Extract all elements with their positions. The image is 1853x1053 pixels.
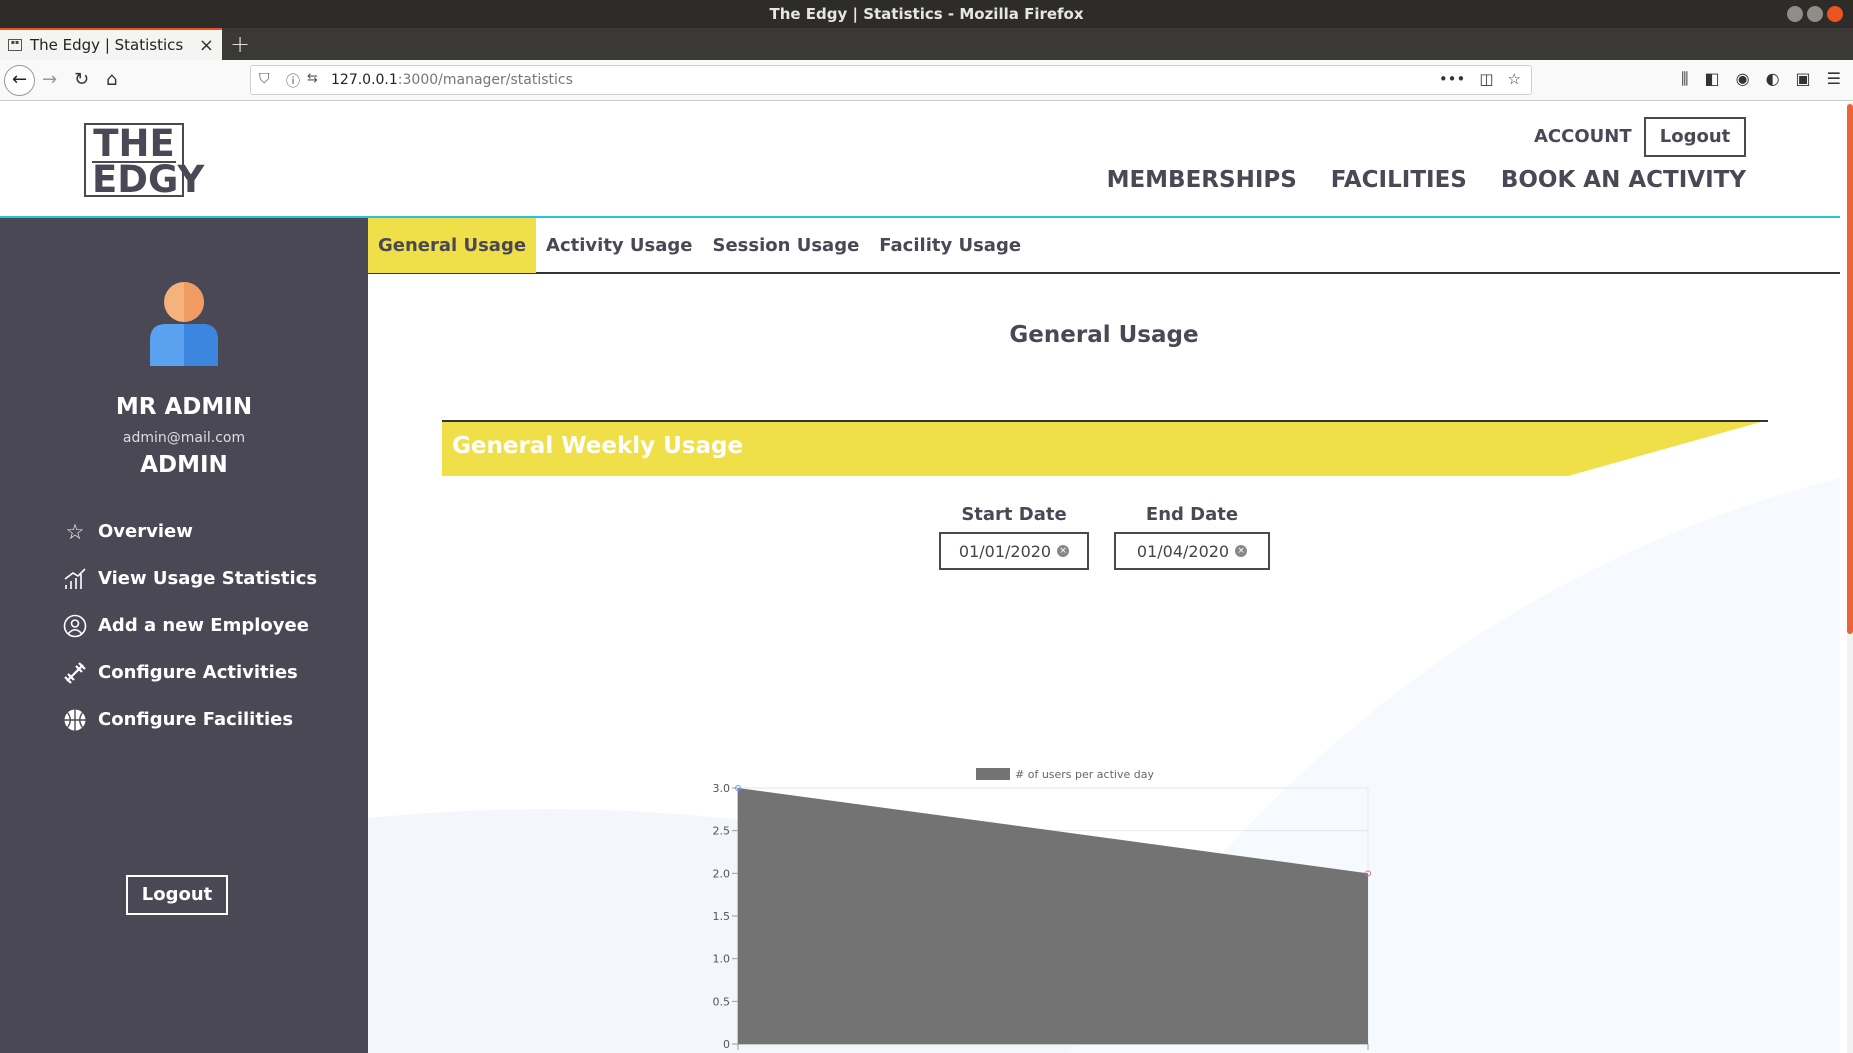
browser-toolbar: ← → ↻ ⌂ ⛉ ⓘ ⇆ 127.0.0.1:3000/manager/sta…	[0, 60, 1853, 101]
basketball-icon	[62, 707, 88, 733]
maximize-button[interactable]	[1807, 6, 1823, 22]
sidebar-item-label: Overview	[98, 521, 193, 542]
site-logo[interactable]: THE EDGY	[84, 122, 205, 201]
shield-icon[interactable]: ⛉	[259, 71, 270, 87]
sidebar-item-overview[interactable]: ☆ Overview	[62, 508, 317, 555]
sidebar-item-label: Configure Activities	[98, 662, 298, 683]
library-icon[interactable]: ⫼	[1681, 69, 1688, 89]
y-tick-label: 1.5	[713, 910, 731, 923]
sidebar-item-label: Add a new Employee	[98, 615, 309, 636]
section-title: General Usage	[1009, 322, 1199, 348]
tab-general-usage[interactable]: General Usage	[368, 218, 537, 273]
main-content: General Usage Activity Usage Session Usa…	[368, 218, 1840, 1053]
logo-line1: THE	[93, 122, 175, 165]
browser-tab[interactable]: ▪▪ The Edgy | Statistics ×	[0, 28, 222, 60]
nav-facilities[interactable]: FACILITIES	[1331, 167, 1467, 193]
user-circle-icon	[62, 613, 88, 639]
reload-button[interactable]: ↻	[74, 69, 89, 90]
sidebar-item-facilities[interactable]: Configure Facilities	[62, 696, 317, 743]
account-link[interactable]: ACCOUNT	[1534, 126, 1632, 147]
permissions-icon[interactable]: ⇆	[307, 71, 318, 86]
nav-book-activity[interactable]: BOOK AN ACTIVITY	[1501, 167, 1746, 193]
new-tab-button[interactable]: +	[230, 30, 250, 58]
url-bar[interactable]: ⛉ ⓘ ⇆ 127.0.0.1:3000/manager/statistics …	[250, 65, 1532, 95]
forward-button[interactable]: →	[42, 69, 57, 90]
scrollbar-thumb[interactable]	[1847, 104, 1853, 634]
end-date-value: 01/04/2020	[1136, 541, 1230, 561]
back-button[interactable]: ←	[4, 65, 35, 96]
legend-swatch	[976, 768, 1010, 780]
sidebar-logout-button[interactable]: Logout	[126, 875, 228, 915]
avatar	[150, 282, 218, 366]
tab-facility-usage[interactable]: Facility Usage	[869, 218, 1031, 273]
y-tick-label: 3.0	[713, 782, 731, 795]
start-date-input[interactable]: 01/01/2020 ×	[939, 532, 1089, 570]
page-scrollbar[interactable]	[1847, 102, 1853, 1053]
y-tick-label: 0	[723, 1038, 730, 1051]
start-date-group: Start Date 01/01/2020 ×	[939, 504, 1089, 570]
sidebar-toggle-icon[interactable]: ◧	[1704, 69, 1719, 89]
menu-icon[interactable]: ☰	[1827, 69, 1841, 89]
start-date-label: Start Date	[961, 504, 1067, 525]
window-titlebar: The Edgy | Statistics - Mozilla Firefox	[0, 0, 1853, 28]
sidebar-item-statistics[interactable]: View Usage Statistics	[62, 555, 317, 602]
clear-end-date-icon[interactable]: ×	[1235, 545, 1248, 557]
admin-role: ADMIN	[140, 452, 228, 478]
tab-title: The Edgy | Statistics	[30, 36, 184, 54]
home-button[interactable]: ⌂	[106, 69, 117, 90]
tab-strip: ▪▪ The Edgy | Statistics × +	[0, 28, 1853, 60]
sidebar-menu: ☆ Overview View Usage Statistics Add a n…	[62, 508, 317, 743]
logo-line2: EDGY	[92, 158, 205, 201]
statistics-tabs: General Usage Activity Usage Session Usa…	[368, 218, 1840, 274]
bookmark-star-icon[interactable]: ☆	[1508, 70, 1521, 88]
sidebar-item-label: Configure Facilities	[98, 709, 294, 730]
chart-icon	[62, 566, 88, 592]
url-host: 127.0.0.1	[331, 72, 398, 88]
area-series	[738, 788, 1368, 1044]
sidebar-item-activities[interactable]: Configure Activities	[62, 649, 317, 696]
favicon-icon: ▪▪	[8, 39, 22, 51]
tab-session-usage[interactable]: Session Usage	[703, 218, 870, 273]
sidebar: MR ADMIN admin@mail.com ADMIN ☆ Overview…	[0, 218, 368, 1053]
tab-close-icon[interactable]: ×	[199, 35, 214, 56]
url-path: :3000/manager/statistics	[397, 72, 573, 88]
sidebar-item-add-employee[interactable]: Add a new Employee	[62, 602, 317, 649]
sidebar-item-label: View Usage Statistics	[98, 568, 318, 589]
main-nav: MEMBERSHIPS FACILITIES BOOK AN ACTIVITY	[1107, 167, 1746, 193]
y-tick-label: 1.0	[713, 953, 731, 966]
toolbar-right: ⫼ ◧ ◉ ◐ ▣ ☰	[1681, 69, 1853, 89]
star-icon: ☆	[65, 519, 85, 544]
end-date-input[interactable]: 01/04/2020 ×	[1114, 532, 1270, 570]
account-icon[interactable]: ◉	[1736, 69, 1750, 89]
extension2-icon[interactable]: ▣	[1796, 69, 1811, 89]
legend-label: # of users per active day	[1015, 768, 1154, 781]
y-tick-label: 0.5	[713, 995, 731, 1008]
extension-icon[interactable]: ◐	[1766, 69, 1780, 89]
more-actions-icon[interactable]: •••	[1439, 70, 1466, 88]
admin-name: MR ADMIN	[115, 394, 253, 420]
header-logout-button[interactable]: Logout	[1644, 117, 1746, 157]
start-date-value: 01/01/2020	[958, 541, 1052, 561]
url-actions: ••• ◫ ☆	[1439, 70, 1521, 88]
url-text: 127.0.0.1:3000/manager/statistics	[331, 72, 573, 88]
window-close-button[interactable]	[1827, 6, 1843, 22]
window-title: The Edgy | Statistics - Mozilla Firefox	[769, 5, 1084, 23]
info-icon[interactable]: ⓘ	[286, 71, 300, 91]
window-controls	[1787, 6, 1843, 22]
page: THE EDGY ACCOUNT Logout MEMBERSHIPS FACI…	[0, 102, 1853, 1053]
nav-memberships[interactable]: MEMBERSHIPS	[1107, 167, 1297, 193]
admin-email: admin@mail.com	[122, 430, 246, 446]
clear-start-date-icon[interactable]: ×	[1057, 545, 1070, 557]
y-tick-label: 2.5	[713, 825, 731, 838]
end-date-label: End Date	[1145, 504, 1239, 525]
banner-title: General Weekly Usage	[452, 433, 744, 459]
minimize-button[interactable]	[1787, 6, 1803, 22]
usage-chart: 00.51.01.52.02.53.01/1/20201/2/2020# of …	[713, 768, 1371, 1051]
y-tick-label: 2.0	[713, 867, 731, 880]
pocket-icon[interactable]: ◫	[1479, 70, 1493, 88]
dumbbell-icon	[62, 660, 88, 686]
end-date-group: End Date 01/04/2020 ×	[1114, 504, 1270, 570]
site-header: THE EDGY ACCOUNT Logout MEMBERSHIPS FACI…	[0, 102, 1840, 218]
tab-activity-usage[interactable]: Activity Usage	[536, 218, 702, 273]
